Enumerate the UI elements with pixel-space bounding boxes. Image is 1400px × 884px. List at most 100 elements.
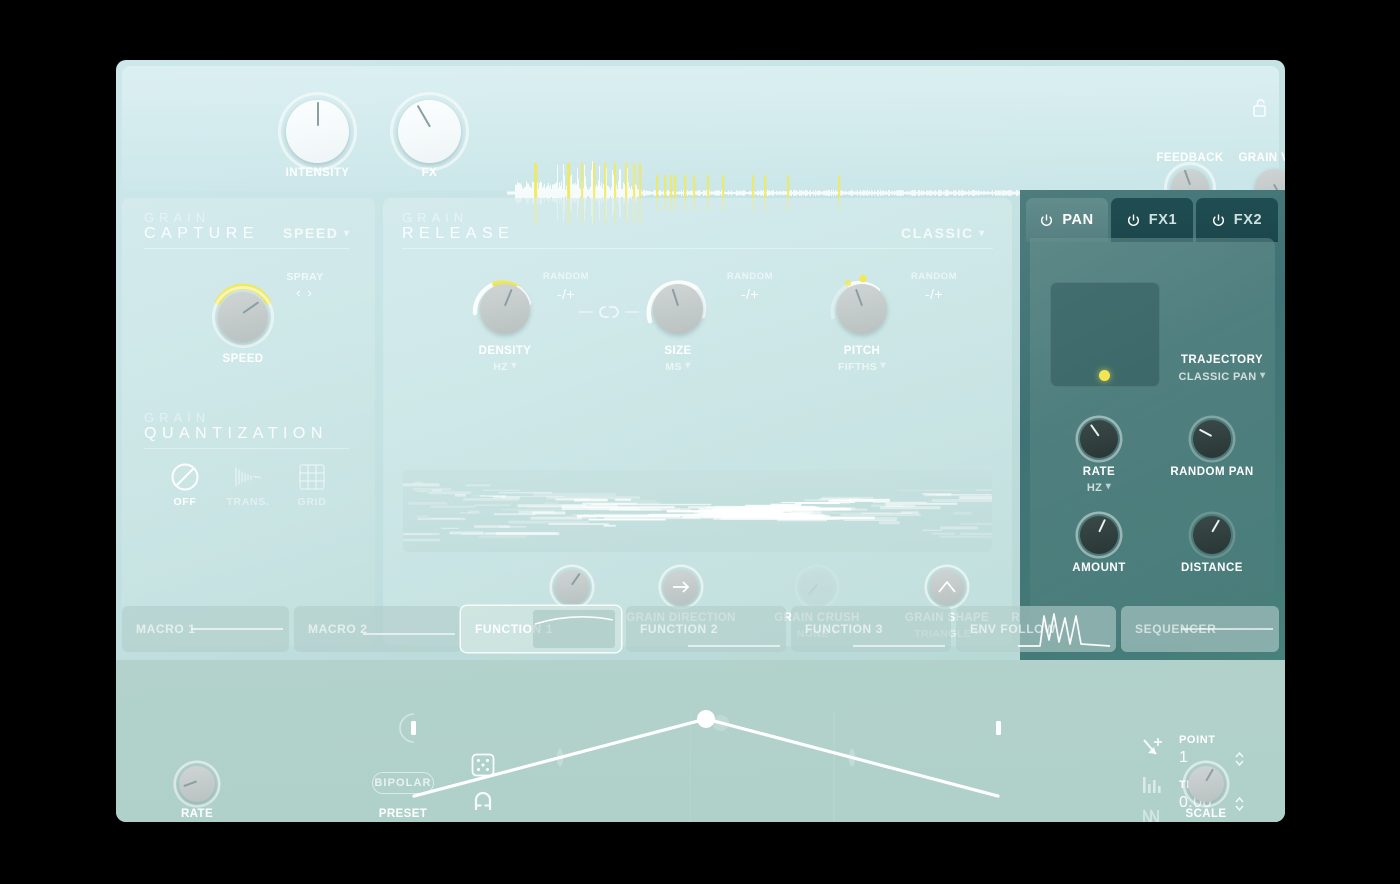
mod-tab-function-3[interactable]: FUNCTION 3 [791, 606, 951, 652]
grid-icon[interactable] [297, 462, 327, 492]
release-title-main: RELEASE [402, 225, 515, 242]
tab-pan[interactable]: PAN [1026, 198, 1108, 242]
knob-pan-rate[interactable] [1078, 418, 1120, 460]
release-mode-dropdown[interactable]: CLASSIC ▾ [901, 225, 986, 241]
knob-cap [1193, 516, 1231, 554]
knob-function-rate[interactable] [176, 763, 218, 805]
mod-tab-function-2[interactable]: FUNCTION 2 [626, 606, 786, 652]
knob-density[interactable] [479, 283, 531, 335]
pan-fx-panel: PAN FX1 FX2 TRAJECTORY CLASSIC PAN ▾ RAT… [1020, 190, 1285, 660]
trajectory-dropdown[interactable]: CLASSIC PAN ▾ [1170, 370, 1274, 383]
quant-grid-label: GRID [297, 496, 327, 508]
chevron-down-icon: ▾ [979, 228, 986, 239]
tab-fx1[interactable]: FX1 [1111, 198, 1193, 242]
point-stepper[interactable] [1234, 750, 1245, 768]
pitch-random-label: RANDOM [910, 271, 958, 282]
pan-rate-unit-dropdown[interactable]: HZ ▾ [1049, 481, 1149, 494]
pitch-random-value[interactable]: -/+ [899, 286, 969, 302]
capture-divider [144, 248, 349, 249]
mod-viz-line [191, 610, 283, 648]
knob-cap [837, 284, 887, 334]
mod-viz-line [853, 610, 945, 648]
power-icon[interactable] [1212, 213, 1225, 227]
size-unit-dropdown[interactable]: MS ▾ [628, 360, 728, 373]
release-title-top: GRAIN [402, 210, 469, 225]
mod-tab-function-1[interactable]: FUNCTION 1 [461, 606, 621, 652]
knob-grain-direction[interactable] [661, 567, 701, 607]
spray-label: SPRAY [286, 271, 324, 283]
knob-pan-rate-label: RATE [1082, 466, 1116, 478]
knob-size[interactable] [652, 283, 704, 335]
size-random-label: RANDOM [726, 271, 774, 282]
knob-capture-speed-label: SPEED [222, 353, 264, 365]
no-entry-icon[interactable] [170, 462, 200, 492]
mod-tab-macro-1[interactable]: MACRO 1 [122, 606, 289, 652]
chevron-down-icon: ▾ [1105, 481, 1112, 492]
knob-fx[interactable] [393, 95, 466, 168]
pan-xy-pad[interactable] [1050, 282, 1160, 387]
point-value[interactable]: 1 [1179, 749, 1188, 767]
tab-pan-label: PAN [1062, 212, 1094, 228]
modulation-tab-strip: MACRO 1 MACRO 2 FUNCTION 1 FUNCTION 2 FU… [122, 606, 1279, 658]
knob-intensity-label: INTENSITY [285, 167, 350, 179]
link-icon[interactable] [579, 301, 639, 323]
density-unit-dropdown[interactable]: HZ ▾ [455, 360, 555, 373]
quantization-title-top: GRAIN [144, 410, 211, 425]
pan-rate-unit-value: HZ [1086, 482, 1103, 494]
power-icon[interactable] [1127, 213, 1140, 227]
bars-icon[interactable] [1142, 775, 1166, 795]
knob-pan-distance[interactable] [1191, 514, 1233, 556]
density-random-value[interactable]: -/+ [531, 286, 601, 302]
capture-mode-dropdown[interactable]: SPEED ▾ [283, 225, 351, 241]
quantization-title-main: QUANTIZATION [144, 425, 328, 442]
function-envelope-svg [399, 709, 1001, 822]
spray-stepper[interactable]: ‹ › [282, 285, 326, 301]
mod-tab-macro-2[interactable]: MACRO 2 [294, 606, 461, 652]
knob-intensity[interactable] [281, 95, 354, 168]
mod-tab-sequencer[interactable]: SEQUENCER [1121, 606, 1279, 652]
knob-function-rate-label: RATE [180, 808, 214, 820]
pitch-unit-dropdown[interactable]: FIFTHS ▾ [812, 360, 912, 373]
pitch-unit-value: FIFTHS [838, 361, 878, 373]
tab-fx2[interactable]: FX2 [1196, 198, 1278, 242]
chevron-down-icon: ▾ [1260, 370, 1266, 381]
lock-open-icon[interactable] [1252, 98, 1270, 118]
transient-icon[interactable] [232, 462, 264, 492]
mod-tab-env-follow[interactable]: ENV FOLLOW [956, 606, 1116, 652]
tab-fx1-label: FX1 [1148, 212, 1178, 228]
knob-cap [800, 570, 834, 604]
size-random-value[interactable]: -/+ [715, 286, 785, 302]
knob-pan-amount[interactable] [1078, 514, 1120, 556]
knob-grain-crush[interactable] [797, 567, 837, 607]
chevron-down-icon: ▾ [343, 228, 351, 239]
capture-title-top: GRAIN [144, 210, 211, 225]
spray-prev-button[interactable]: ‹ [296, 285, 300, 301]
grain-cloud-display[interactable] [403, 470, 992, 552]
knob-grain-shape[interactable] [927, 567, 967, 607]
knob-width[interactable] [552, 567, 592, 607]
knob-random-pan[interactable] [1191, 418, 1233, 460]
quant-off-label: OFF [173, 496, 197, 508]
envelope-handles-group [399, 712, 835, 822]
mod-viz-line [688, 610, 780, 648]
spray-next-button[interactable]: › [308, 285, 312, 301]
knob-pitch[interactable] [836, 283, 888, 335]
density-random-label: RANDOM [542, 271, 590, 282]
grain-cloud-svg [403, 481, 992, 542]
pan-position-dot[interactable] [1099, 370, 1110, 381]
release-divider [402, 248, 993, 249]
knob-scale[interactable] [1185, 763, 1227, 805]
knob-pan-amount-label: AMOUNT [1072, 562, 1126, 574]
knob-cap [555, 570, 589, 604]
header-panel: INTENSITY FX FEEDBACK GRAIN VOL. [122, 66, 1285, 225]
knob-cap [1188, 766, 1224, 802]
tab-fx2-label: FX2 [1233, 212, 1263, 228]
knob-pitch-label: PITCH [843, 345, 881, 357]
knob-grain-vol-label: GRAIN VOL. [1238, 152, 1285, 164]
knob-random-pan-label: RANDOM PAN [1170, 466, 1254, 478]
function-envelope-graph[interactable] [399, 709, 1006, 822]
knob-capture-speed[interactable] [215, 289, 271, 345]
trajectory-label: TRAJECTORY [1180, 354, 1264, 366]
power-icon[interactable] [1040, 213, 1053, 227]
add-point-icon[interactable] [1142, 736, 1166, 760]
